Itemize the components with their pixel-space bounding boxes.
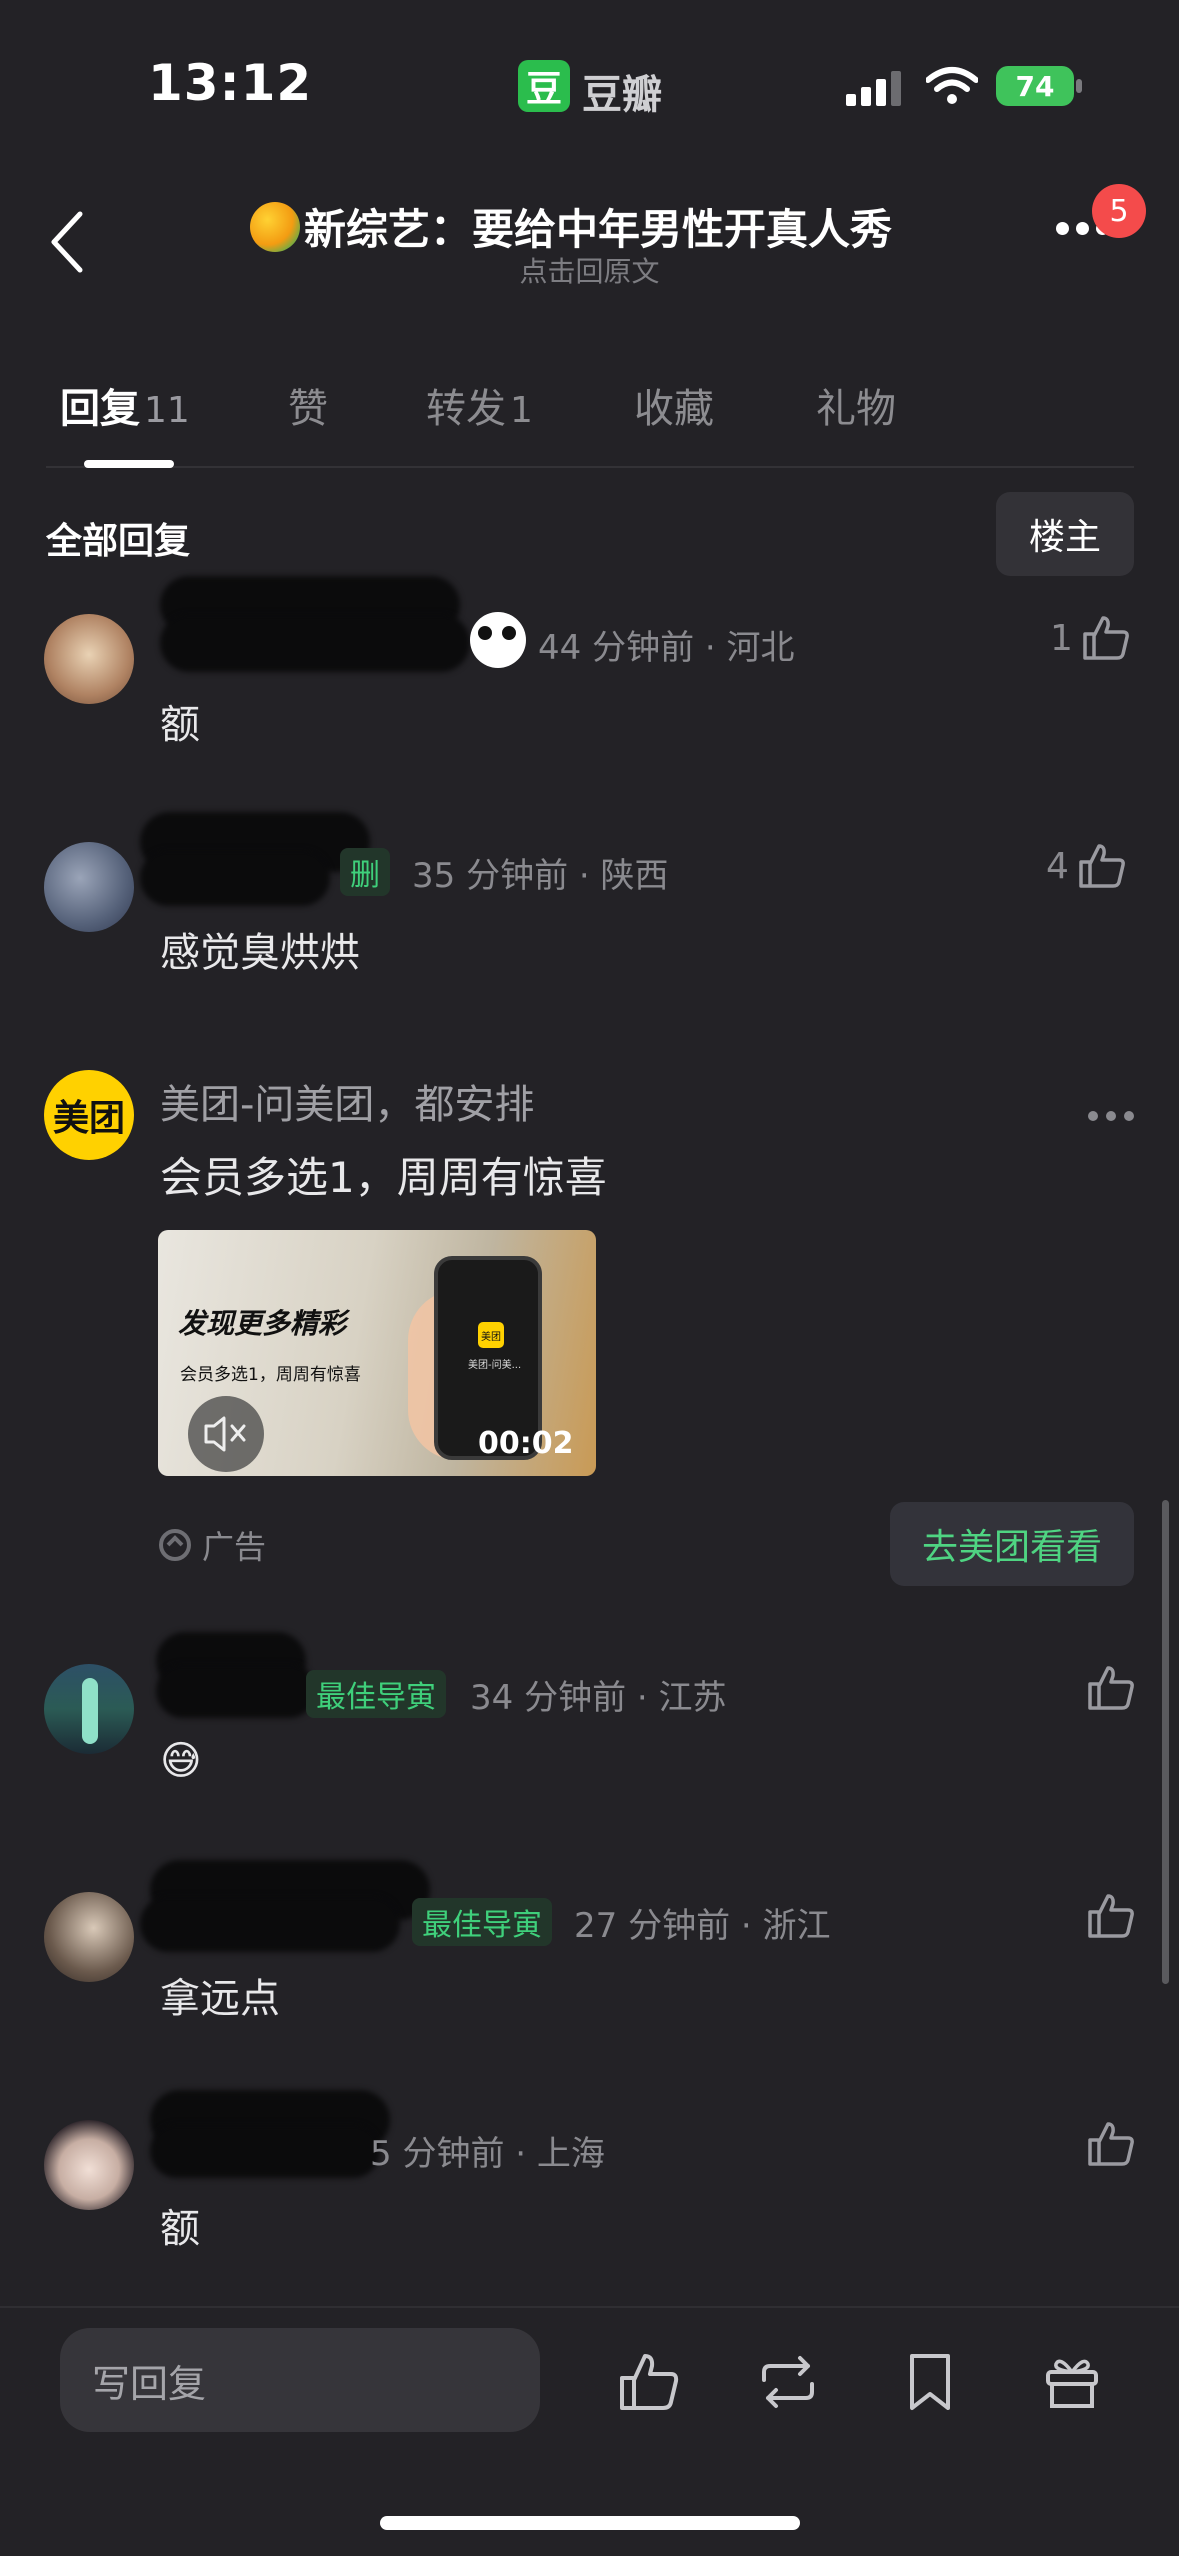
comment-text: 拿远点 [160, 1976, 280, 2022]
ad-text: 会员多选1，周周有惊喜 [160, 1153, 607, 1202]
op-only-filter-button[interactable]: 楼主 [996, 492, 1134, 576]
status-time: 13:12 [148, 54, 313, 112]
mango-emoji-icon [250, 202, 300, 252]
ad-source-icon [159, 1529, 191, 1561]
comment-text: 额 [160, 702, 200, 748]
thumbs-up-icon [1083, 616, 1129, 660]
redacted-username [156, 1664, 316, 1718]
gift-icon[interactable] [1040, 2350, 1104, 2414]
home-indicator [380, 2516, 800, 2530]
ad-label: 广告 [158, 1522, 266, 1568]
like-count: 4 [1046, 845, 1069, 887]
back-to-post-link[interactable]: 点击回原文 [0, 250, 1179, 290]
reply-input[interactable]: 写回复 [60, 2328, 540, 2432]
redacted-username [160, 614, 470, 672]
meituan-logo[interactable]: 美团 [44, 1070, 134, 1160]
panda-badge-icon [470, 612, 526, 668]
thumbs-up-icon [1088, 2122, 1134, 2166]
thumbs-up-icon [1079, 844, 1125, 888]
like-post-icon[interactable] [616, 2350, 680, 2414]
user-tag: 最佳导寅 [306, 1670, 446, 1718]
scrollbar[interactable] [1162, 1500, 1169, 1984]
douban-logo-icon: 豆 [518, 60, 570, 112]
signal-icon [846, 71, 901, 106]
thumbs-up-icon [1088, 1666, 1134, 1710]
avatar[interactable] [44, 1664, 134, 1754]
comment-meta: 34 分钟前 · 江苏 [470, 1678, 727, 1718]
tab-gifts[interactable]: 礼物 [816, 376, 896, 434]
battery-level: 74 [996, 66, 1074, 106]
ad-cta-button[interactable]: 去美团看看 [890, 1502, 1134, 1586]
like-button[interactable] [1086, 1892, 1136, 1940]
mute-icon[interactable] [188, 1396, 264, 1472]
ad-advertiser-name[interactable]: 美团-问美团，都安排 [160, 1072, 534, 1130]
app-name: 豆瓣 [582, 72, 662, 118]
user-tag: 删 [340, 848, 390, 896]
avatar[interactable] [44, 2120, 134, 2210]
video-headline: 发现更多精彩 [178, 1307, 347, 1340]
comment-meta: 27 分钟前 · 浙江 [574, 1906, 831, 1946]
tab-collections[interactable]: 收藏 [634, 376, 714, 434]
comment-text: 😅 [160, 1738, 202, 1784]
tab-replies[interactable]: 回复 11 [60, 376, 190, 434]
avatar[interactable] [44, 1892, 134, 1982]
bottom-bar-divider [0, 2306, 1179, 2308]
avatar[interactable] [44, 842, 134, 932]
redacted-username [150, 2124, 380, 2178]
tab-reshares[interactable]: 转发 1 [426, 376, 533, 434]
comment-text: 额 [160, 2206, 200, 2252]
comment-text: 感觉臭烘烘 [160, 930, 360, 976]
battery-icon: 74 [996, 66, 1082, 106]
phone-app-logo: 美团 [478, 1322, 504, 1348]
thumbs-up-icon [1088, 1894, 1134, 1938]
notification-badge: 5 [1092, 184, 1146, 238]
phone-app-text: 美团-问美... [468, 1360, 522, 1371]
wifi-icon [926, 67, 978, 104]
comment-meta: 44 分钟前 · 河北 [538, 628, 795, 668]
all-replies-heading: 全部回复 [46, 521, 191, 562]
redacted-username [140, 1896, 400, 1952]
comment-meta: 35 分钟前 · 陕西 [412, 856, 669, 896]
tab-divider [46, 466, 1134, 468]
like-button[interactable] [1086, 1664, 1136, 1712]
ad-video[interactable]: 发现更多精彩 会员多选1，周周有惊喜 美团 美团-问美... 00:02 [158, 1230, 596, 1476]
post-title[interactable]: 新综艺：要给中年男性开真人秀 [250, 196, 950, 257]
reshare-icon[interactable] [756, 2350, 820, 2414]
like-count: 1 [1050, 617, 1073, 659]
user-tag: 最佳导寅 [412, 1898, 552, 1946]
tab-likes[interactable]: 赞 [288, 376, 328, 434]
bookmark-icon[interactable] [898, 2350, 962, 2414]
like-button[interactable]: 1 [1050, 614, 1131, 662]
ad-more-icon[interactable] [1088, 1106, 1142, 1125]
video-subline: 会员多选1，周周有惊喜 [180, 1365, 361, 1385]
avatar[interactable] [44, 614, 134, 704]
active-tab-indicator [84, 460, 174, 468]
comment-meta: 5 分钟前 · 上海 [370, 2134, 605, 2174]
like-button[interactable]: 4 [1046, 842, 1127, 890]
like-button[interactable] [1086, 2120, 1136, 2168]
redacted-username [140, 850, 330, 906]
video-duration: 00:02 [478, 1426, 574, 1461]
